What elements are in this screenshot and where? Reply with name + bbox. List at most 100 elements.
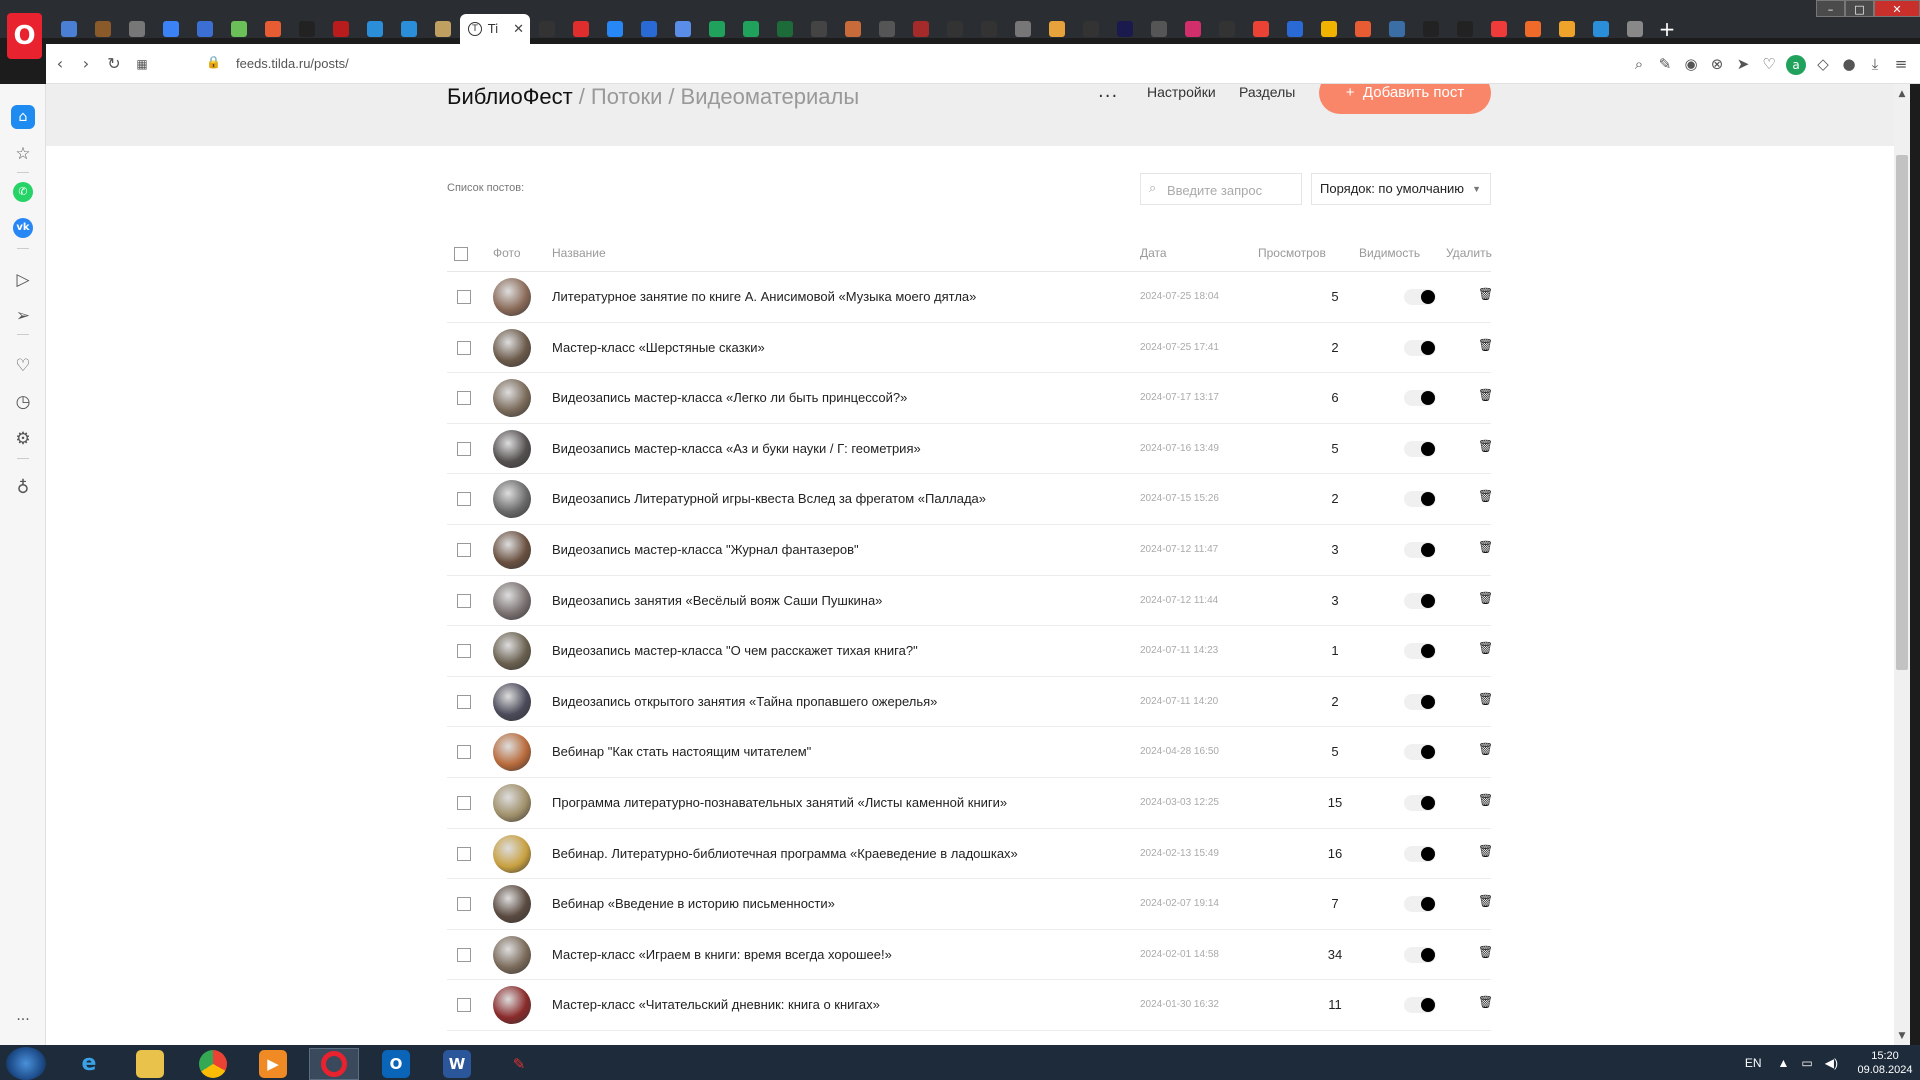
- row-checkbox[interactable]: [457, 644, 471, 659]
- post-title[interactable]: Видеозапись открытого занятия «Тайна про…: [552, 694, 937, 709]
- trash-icon[interactable]: 🗑: [1478, 995, 1493, 1009]
- start-button[interactable]: [6, 1047, 46, 1080]
- browser-tab[interactable]: [1278, 14, 1312, 44]
- vk-icon[interactable]: vk: [13, 218, 33, 238]
- table-row[interactable]: Мастер-класс «Играем в книги: время всег…: [447, 930, 1493, 981]
- cube-icon[interactable]: ◇: [1814, 52, 1832, 76]
- clock-icon[interactable]: ◷: [11, 390, 35, 414]
- volume-icon[interactable]: ◀): [1825, 1056, 1838, 1070]
- player-icon[interactable]: ▷: [11, 268, 35, 292]
- explorer-icon[interactable]: [125, 1048, 175, 1080]
- row-checkbox[interactable]: [457, 947, 471, 962]
- table-row[interactable]: Вебинар. Литературно-библиотечная програ…: [447, 829, 1493, 880]
- post-title[interactable]: Программа литературно-познавательных зан…: [552, 795, 1007, 810]
- heart-icon[interactable]: ♡: [1760, 52, 1778, 76]
- url-field[interactable]: feeds.tilda.ru/posts/: [236, 56, 349, 71]
- reload-icon[interactable]: ↻: [102, 52, 126, 76]
- row-checkbox[interactable]: [457, 745, 471, 760]
- trash-icon[interactable]: 🗑: [1478, 692, 1493, 706]
- post-title[interactable]: Вебинар "Как стать настоящим читателем": [552, 744, 811, 759]
- post-title[interactable]: Видеозапись мастер-класса «Легко ли быть…: [552, 390, 907, 405]
- trash-icon[interactable]: 🗑: [1478, 388, 1493, 402]
- visibility-toggle[interactable]: [1404, 744, 1436, 761]
- table-row[interactable]: Вебинар «Введение в историю письменности…: [447, 879, 1493, 930]
- table-row[interactable]: Видеозапись занятия «Весёлый вояж Саши П…: [447, 576, 1493, 627]
- opera-menu-button[interactable]: O: [7, 13, 42, 59]
- bulb-icon[interactable]: ♁: [11, 476, 35, 500]
- trash-icon[interactable]: 🗑: [1478, 338, 1493, 352]
- breadcrumb-current[interactable]: Видеоматериалы: [681, 84, 860, 109]
- table-row[interactable]: Видеозапись мастер-класса «Аз и буки нау…: [447, 424, 1493, 475]
- tab-grid-icon[interactable]: ▦: [130, 52, 154, 76]
- post-thumbnail[interactable]: [493, 632, 531, 671]
- browser-tab[interactable]: [802, 14, 836, 44]
- browser-tab[interactable]: [52, 14, 86, 44]
- trash-icon[interactable]: 🗑: [1478, 591, 1493, 605]
- browser-tab[interactable]: [358, 14, 392, 44]
- home-icon[interactable]: ⌂: [11, 105, 35, 129]
- post-title[interactable]: Видеозапись мастер-класса "Журнал фантаз…: [552, 542, 859, 557]
- browser-tab[interactable]: [154, 14, 188, 44]
- browser-tab[interactable]: [938, 14, 972, 44]
- browser-tab[interactable]: [666, 14, 700, 44]
- browser-tab[interactable]: [290, 14, 324, 44]
- paint-icon[interactable]: ✎: [494, 1048, 544, 1080]
- breadcrumb-feeds[interactable]: Потоки: [591, 84, 663, 109]
- row-checkbox[interactable]: [457, 796, 471, 810]
- menu-icon[interactable]: ≡: [1892, 52, 1910, 76]
- post-thumbnail[interactable]: [493, 429, 531, 468]
- close-window-button[interactable]: ✕: [1874, 0, 1920, 17]
- browser-tab[interactable]: [564, 14, 598, 44]
- network-icon[interactable]: ▭: [1801, 1056, 1812, 1070]
- post-title[interactable]: Видеозапись Литературной игры-квеста Всл…: [552, 491, 986, 506]
- row-checkbox[interactable]: [457, 846, 471, 861]
- trash-icon[interactable]: 🗑: [1478, 439, 1493, 453]
- browser-tab[interactable]: [1210, 14, 1244, 44]
- row-checkbox[interactable]: [457, 897, 471, 912]
- table-row[interactable]: Вебинар "Как стать настоящим читателем" 2…: [447, 727, 1493, 778]
- more-options-icon[interactable]: ···: [1098, 86, 1118, 107]
- trash-icon[interactable]: 🗑: [1478, 641, 1493, 655]
- post-title[interactable]: Вебинар. Литературно-библиотечная програ…: [552, 846, 1018, 861]
- table-row[interactable]: Видеозапись мастер-класса "О чем расскаж…: [447, 626, 1493, 677]
- browser-tab[interactable]: [836, 14, 870, 44]
- lock-icon[interactable]: 🔒: [206, 55, 221, 69]
- browser-tab[interactable]: [1346, 14, 1380, 44]
- visibility-toggle[interactable]: [1404, 390, 1436, 407]
- search-input[interactable]: [1167, 180, 1297, 200]
- browser-tab[interactable]: [632, 14, 666, 44]
- browser-tab[interactable]: [1040, 14, 1074, 44]
- tray-expand-icon[interactable]: ▲: [1778, 1056, 1790, 1070]
- table-row[interactable]: Видеозапись мастер-класса "Журнал фантаз…: [447, 525, 1493, 576]
- post-thumbnail[interactable]: [493, 986, 531, 1025]
- row-checkbox[interactable]: [457, 694, 471, 709]
- table-row[interactable]: Видеозапись Литературной игры-квеста Всл…: [447, 474, 1493, 525]
- browser-tab[interactable]: [120, 14, 154, 44]
- edit-icon[interactable]: ✎: [1656, 52, 1674, 76]
- post-thumbnail[interactable]: [493, 682, 531, 721]
- select-all-checkbox[interactable]: [454, 247, 468, 261]
- scroll-up-icon[interactable]: ▲: [1894, 86, 1910, 102]
- search-icon[interactable]: ⌕: [1630, 52, 1648, 76]
- trash-icon[interactable]: 🗑: [1478, 945, 1493, 959]
- download-icon[interactable]: ⤓: [1866, 52, 1884, 76]
- browser-tab[interactable]: [1176, 14, 1210, 44]
- post-title[interactable]: Мастер-класс «Шерстяные сказки»: [552, 340, 765, 355]
- browser-tab[interactable]: [392, 14, 426, 44]
- browser-tab[interactable]: [86, 14, 120, 44]
- browser-tab[interactable]: [1006, 14, 1040, 44]
- row-checkbox[interactable]: [457, 391, 471, 406]
- visibility-toggle[interactable]: [1404, 795, 1436, 811]
- media-player-icon[interactable]: ▶: [248, 1048, 298, 1080]
- post-title[interactable]: Мастер-класс «Читательский дневник: книг…: [552, 997, 880, 1012]
- profile-icon[interactable]: ●: [1840, 52, 1858, 76]
- post-thumbnail[interactable]: [493, 784, 531, 822]
- close-tab-icon[interactable]: ✕: [513, 22, 524, 37]
- visibility-toggle[interactable]: [1404, 542, 1436, 558]
- extension-icon[interactable]: a: [1786, 55, 1806, 75]
- active-tab[interactable]: T Ti ✕: [460, 14, 530, 44]
- more-icon[interactable]: ···: [11, 1008, 35, 1032]
- scroll-thumb[interactable]: [1896, 155, 1908, 670]
- send-icon[interactable]: ➢: [11, 304, 35, 328]
- post-thumbnail[interactable]: [493, 834, 531, 873]
